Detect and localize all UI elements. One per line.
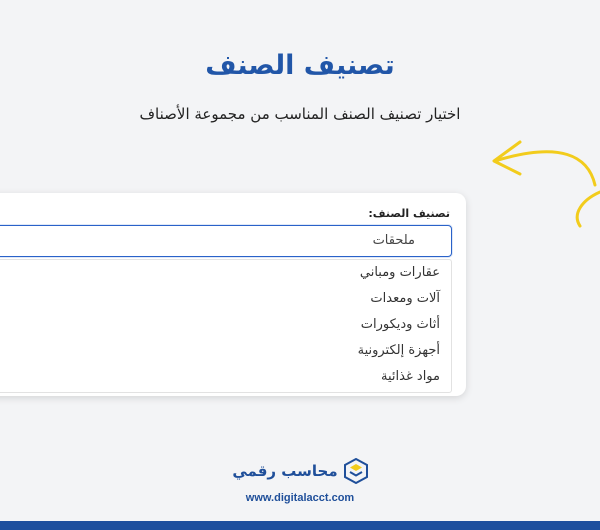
category-option[interactable]: آلات ومعدات xyxy=(0,286,451,312)
bottom-bar xyxy=(0,521,600,530)
digital-accountant-logo-icon xyxy=(343,458,368,484)
category-option[interactable]: أجهزة إلكترونية xyxy=(0,338,451,364)
curved-arrow-icon xyxy=(492,140,600,228)
category-option[interactable]: مواد غذائية xyxy=(0,364,451,390)
page-subtitle: اختيار تصنيف الصنف المناسب من مجموعة الأ… xyxy=(139,105,461,123)
category-option[interactable]: أثاث وديكورات xyxy=(0,312,451,338)
brand-name: محاسب رقمي xyxy=(232,462,338,480)
category-select-value: ملحقات xyxy=(372,233,415,248)
brand-url[interactable]: www.digitalacct.com xyxy=(0,492,600,504)
brand-block: محاسب رقمي xyxy=(0,458,600,488)
category-select[interactable]: ملحقات xyxy=(0,225,452,257)
category-option[interactable]: عقارات ومباني xyxy=(0,260,451,286)
category-field-label: تصنيف الصنف: xyxy=(368,207,450,220)
page-title: تصنيف الصنف xyxy=(205,50,395,81)
category-card: تصنيف الصنف: ملحقات عقارات ومباني آلات و… xyxy=(0,193,466,396)
category-options-list: عقارات ومباني آلات ومعدات أثاث وديكورات … xyxy=(0,259,452,393)
